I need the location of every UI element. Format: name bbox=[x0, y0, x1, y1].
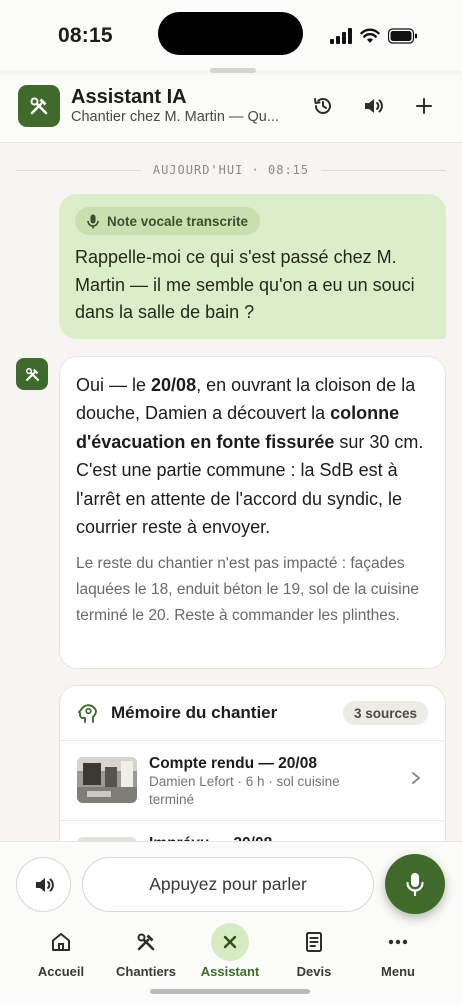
tab-accueil[interactable]: Accueil bbox=[23, 922, 99, 979]
history-icon bbox=[314, 98, 331, 114]
voice-note-chip: Note vocale transcrite bbox=[75, 207, 261, 235]
tab-bar: Accueil Chantiers Assistant Devis Menu bbox=[0, 922, 462, 982]
tab-active-indicator bbox=[211, 923, 249, 961]
tab-label: Assistant bbox=[200, 964, 260, 979]
wifi-icon bbox=[360, 28, 380, 43]
status-icons bbox=[330, 28, 418, 44]
memory-item-text: Compte rendu — 20/08 Damien Lefort · 6 h… bbox=[149, 755, 364, 809]
sheet-drag-handle[interactable] bbox=[210, 68, 256, 73]
memory-item-meta: Damien Lefort · 6 h · sol cuisine termin… bbox=[149, 774, 340, 807]
status-time: 08:15 bbox=[58, 24, 113, 47]
speaker-icon bbox=[35, 877, 54, 892]
user-message-bubble: Note vocale transcrite Rappelle-moi ce q… bbox=[59, 194, 446, 339]
more-icon bbox=[388, 939, 408, 945]
bottom-composer: Appuyez pour parler Accueil Chantiers As… bbox=[0, 841, 462, 1004]
push-to-talk-field[interactable]: Appuyez pour parler bbox=[82, 857, 374, 912]
voice-note-label: Note vocale transcrite bbox=[107, 213, 249, 229]
date-separator: AUJOURD'HUI · 08:15 bbox=[16, 160, 446, 180]
header-subtitle: Chantier chez M. Martin — Qu... bbox=[71, 109, 279, 125]
memory-card-header: Mémoire du chantier 3 sources bbox=[60, 686, 445, 741]
tab-devis[interactable]: Devis bbox=[276, 922, 352, 979]
assistant-secondary-text: Le reste du chantier n'est pas impacté :… bbox=[76, 555, 419, 625]
header-title: Assistant IA bbox=[71, 86, 187, 108]
microphone-icon bbox=[87, 214, 99, 228]
separator-line bbox=[321, 169, 446, 171]
signal-icon bbox=[330, 28, 352, 44]
chevron-right-icon bbox=[412, 772, 420, 784]
assistant-text-part: Oui — le bbox=[76, 375, 152, 395]
tools-logo-icon bbox=[18, 85, 60, 127]
user-message-text: Rappelle-moi ce qui s'est passé chez M. … bbox=[75, 247, 415, 322]
tab-label: Devis bbox=[296, 964, 332, 979]
tab-label: Accueil bbox=[37, 964, 85, 979]
home-icon bbox=[52, 933, 70, 951]
memory-item-title: Compte rendu — 20/08 bbox=[149, 755, 317, 772]
plus-icon bbox=[416, 98, 432, 114]
memory-item[interactable]: Compte rendu — 20/08 Damien Lefort · 6 h… bbox=[60, 741, 445, 821]
report-thumbnail bbox=[77, 757, 137, 803]
tab-chantiers[interactable]: Chantiers bbox=[108, 922, 184, 979]
tools-icon bbox=[25, 367, 39, 381]
assistant-message-bubble: Oui — le 20/08, en ouvrant la cloison de… bbox=[59, 356, 446, 669]
read-aloud-button[interactable] bbox=[358, 91, 388, 121]
history-button[interactable] bbox=[308, 91, 338, 121]
tools-icon bbox=[137, 933, 155, 951]
assistant-avatar bbox=[16, 358, 48, 390]
voice-output-button[interactable] bbox=[16, 857, 71, 912]
microphone-icon bbox=[406, 873, 424, 896]
separator-line bbox=[16, 169, 141, 171]
tab-label: Menu bbox=[381, 964, 415, 979]
home-indicator bbox=[150, 989, 310, 994]
speaker-icon bbox=[365, 99, 383, 113]
close-icon bbox=[223, 935, 237, 949]
assistant-message-text: Oui — le 20/08, en ouvrant la cloison de… bbox=[76, 371, 429, 541]
brain-icon bbox=[78, 704, 97, 723]
document-icon bbox=[306, 932, 322, 952]
memory-card-title: Mémoire du chantier bbox=[111, 703, 278, 722]
tab-menu[interactable]: Menu bbox=[360, 922, 436, 979]
new-conversation-button[interactable] bbox=[409, 91, 439, 121]
microphone-button[interactable] bbox=[385, 854, 445, 914]
sources-badge[interactable]: 3 sources bbox=[342, 701, 428, 725]
tab-label: Chantiers bbox=[116, 964, 176, 979]
date-separator-label: AUJOURD'HUI · 08:15 bbox=[152, 163, 310, 177]
battery-icon bbox=[388, 28, 417, 44]
assistant-date-bold: 20/08 bbox=[151, 375, 197, 395]
dynamic-island bbox=[158, 12, 303, 55]
tab-assistant[interactable]: Assistant bbox=[192, 922, 268, 979]
assistant-header: Assistant IA Chantier chez M. Martin — Q… bbox=[0, 75, 462, 143]
status-bar: 08:15 bbox=[0, 0, 462, 73]
